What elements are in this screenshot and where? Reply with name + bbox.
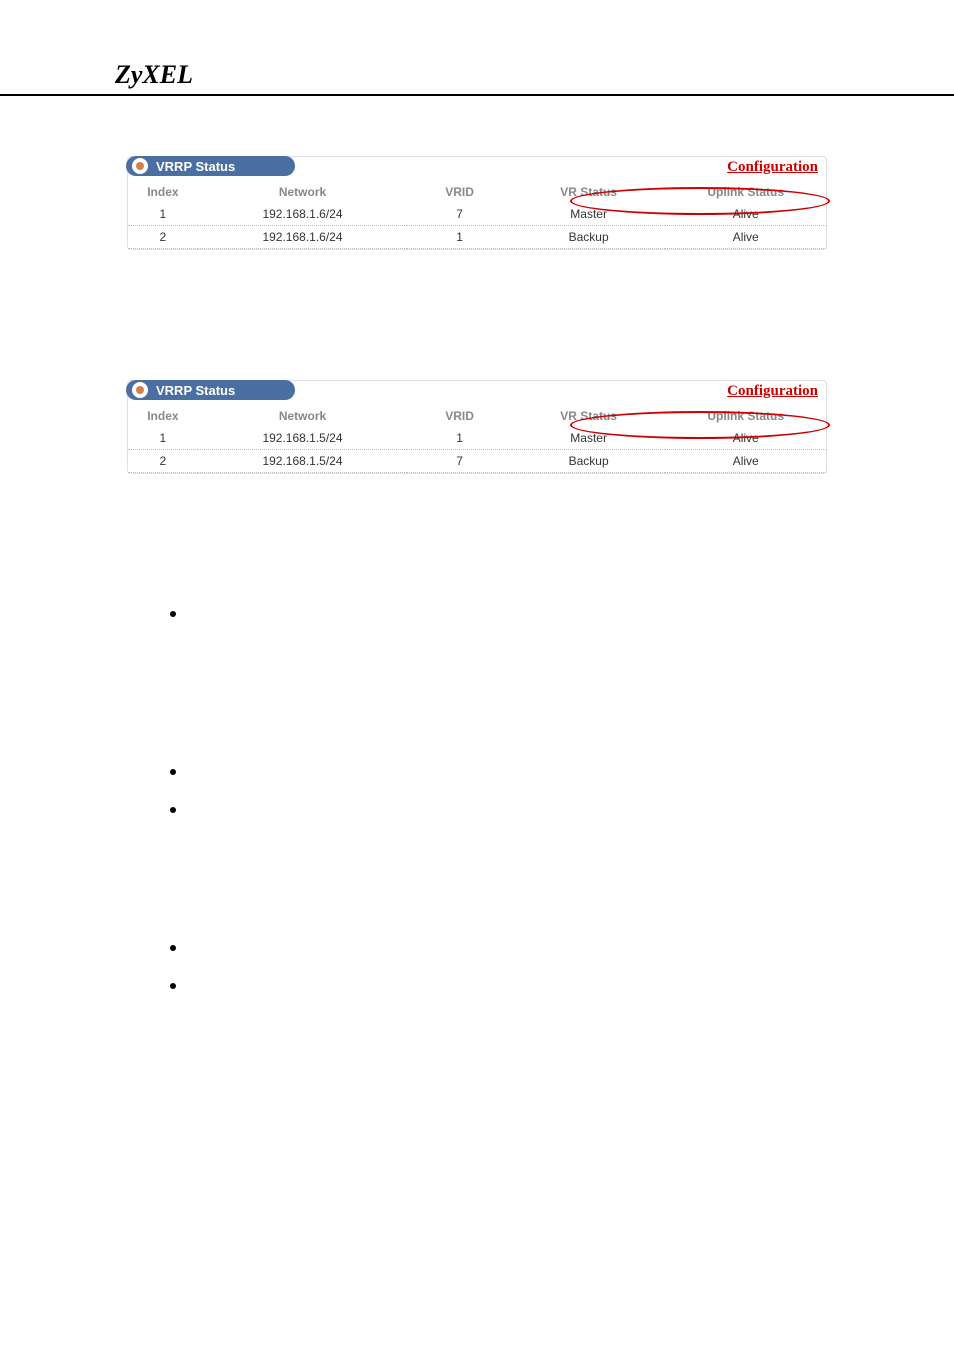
col-vrstatus: VR Status [512, 405, 666, 427]
table-row: 1 192.168.1.6/24 7 Master Alive [128, 203, 826, 226]
col-index: Index [128, 181, 198, 203]
brand-logo: ZyXEL [115, 60, 193, 89]
cell-uplink: Alive [665, 226, 826, 249]
vrrp-status-panel-2: VRRP Status Configuration Index Network … [127, 380, 827, 474]
status-inner-dot-icon [136, 162, 144, 170]
col-network: Network [198, 181, 407, 203]
status-dot-icon [132, 382, 148, 398]
panel-title: VRRP Status [156, 383, 235, 398]
cell-vrstatus: Master [512, 427, 666, 450]
bullet-icon [170, 945, 176, 951]
table-row: 1 192.168.1.5/24 1 Master Alive [128, 427, 826, 450]
bullet-icon [170, 807, 176, 813]
bullet-icon [170, 769, 176, 775]
configuration-link[interactable]: Configuration [727, 159, 818, 176]
col-network: Network [198, 405, 407, 427]
vrrp-status-table: Index Network VRID VR Status Uplink Stat… [128, 405, 826, 473]
table-row: 2 192.168.1.5/24 7 Backup Alive [128, 450, 826, 473]
table-header-row: Index Network VRID VR Status Uplink Stat… [128, 181, 826, 203]
bullet-icon [170, 611, 176, 617]
panel-title-pill: VRRP Status [126, 156, 295, 176]
cell-network: 192.168.1.5/24 [198, 427, 407, 450]
col-uplink: Uplink Status [665, 405, 826, 427]
cell-index: 1 [128, 203, 198, 226]
panel-title-pill: VRRP Status [126, 380, 295, 400]
cell-vrid: 1 [407, 226, 512, 249]
cell-uplink: Alive [665, 203, 826, 226]
cell-network: 192.168.1.6/24 [198, 203, 407, 226]
cell-vrstatus: Backup [512, 450, 666, 473]
bullet-list [0, 604, 954, 994]
col-vrstatus: VR Status [512, 181, 666, 203]
col-index: Index [128, 405, 198, 427]
cell-network: 192.168.1.6/24 [198, 226, 407, 249]
table-row: 2 192.168.1.6/24 1 Backup Alive [128, 226, 826, 249]
panel-header: VRRP Status Configuration [128, 381, 826, 403]
table-header-row: Index Network VRID VR Status Uplink Stat… [128, 405, 826, 427]
panel-header: VRRP Status Configuration [128, 157, 826, 179]
cell-vrid: 1 [407, 427, 512, 450]
cell-vrstatus: Master [512, 203, 666, 226]
configuration-link[interactable]: Configuration [727, 383, 818, 400]
cell-index: 1 [128, 427, 198, 450]
cell-vrstatus: Backup [512, 226, 666, 249]
col-vrid: VRID [407, 181, 512, 203]
bullet-icon [170, 983, 176, 989]
cell-vrid: 7 [407, 203, 512, 226]
status-inner-dot-icon [136, 386, 144, 394]
panel-title: VRRP Status [156, 159, 235, 174]
col-uplink: Uplink Status [665, 181, 826, 203]
page-header: ZyXEL [0, 60, 954, 96]
cell-uplink: Alive [665, 427, 826, 450]
status-dot-icon [132, 158, 148, 174]
cell-index: 2 [128, 450, 198, 473]
cell-uplink: Alive [665, 450, 826, 473]
cell-index: 2 [128, 226, 198, 249]
cell-network: 192.168.1.5/24 [198, 450, 407, 473]
cell-vrid: 7 [407, 450, 512, 473]
col-vrid: VRID [407, 405, 512, 427]
vrrp-status-table: Index Network VRID VR Status Uplink Stat… [128, 181, 826, 249]
vrrp-status-panel-1: VRRP Status Configuration Index Network … [127, 156, 827, 250]
